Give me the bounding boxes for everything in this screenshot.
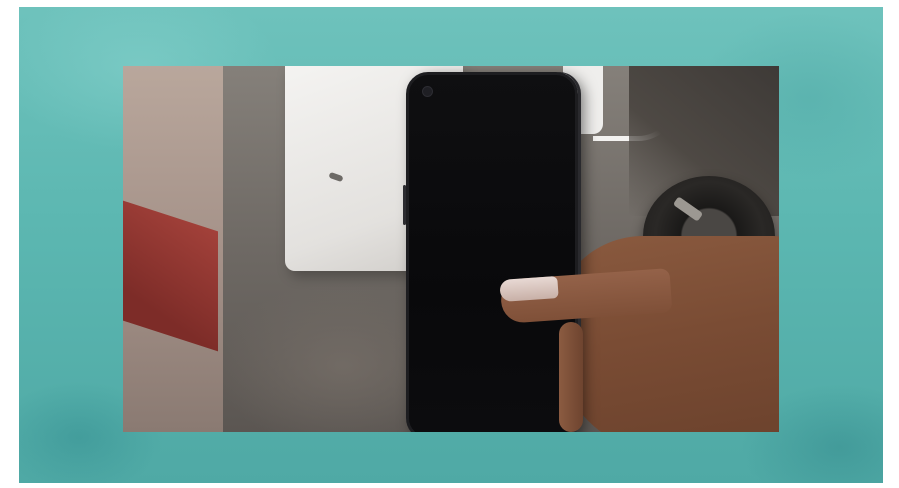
video-frame <box>123 66 779 432</box>
hand <box>553 236 779 432</box>
camera-icon <box>422 86 433 97</box>
finger <box>559 322 583 432</box>
thumbnail-nail <box>499 276 559 302</box>
phone-side-button <box>403 185 406 225</box>
page <box>0 0 899 488</box>
smartphone <box>403 72 578 432</box>
